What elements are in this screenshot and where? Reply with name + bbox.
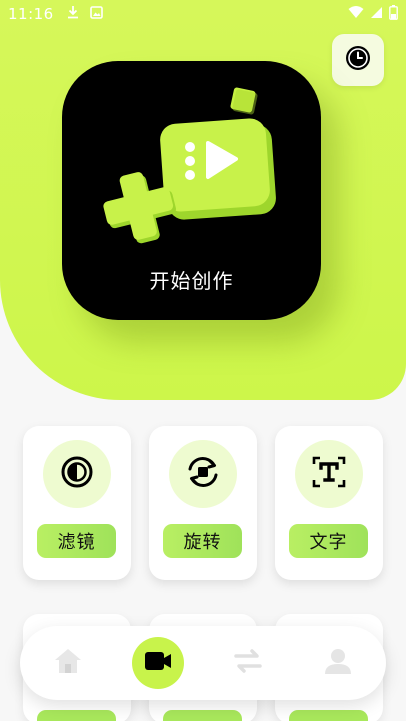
nav-convert[interactable] — [222, 637, 274, 689]
tool-label-rotate: 旋转 — [163, 524, 242, 558]
tool-label-text: 文字 — [289, 524, 368, 558]
start-create-card[interactable]: 开始创作 — [62, 61, 321, 320]
text-icon-circle — [295, 440, 363, 508]
history-button[interactable] — [332, 34, 384, 86]
text-icon — [311, 455, 347, 493]
profile-icon — [323, 647, 353, 679]
wifi-icon — [348, 5, 364, 23]
bottom-nav — [20, 626, 386, 700]
video-camera-icon — [144, 650, 172, 676]
status-bar: 11:16 — [0, 0, 406, 28]
video-create-icon — [100, 85, 280, 259]
home-icon — [53, 647, 83, 679]
tool-pill-peek-1 — [37, 710, 116, 721]
nav-home[interactable] — [42, 637, 94, 689]
image-icon — [89, 5, 103, 23]
clock-icon — [344, 44, 372, 76]
tool-card-filter[interactable]: 滤镜 — [23, 426, 131, 580]
swap-icon — [233, 648, 263, 678]
tool-pill-peek-3 — [289, 710, 368, 721]
tool-pill-peek-2 — [163, 710, 242, 721]
nav-profile[interactable] — [312, 637, 364, 689]
rotate-icon-circle — [169, 440, 237, 508]
status-time: 11:16 — [8, 5, 54, 23]
battery-icon — [389, 4, 398, 24]
nav-video[interactable] — [132, 637, 184, 689]
tool-label-filter: 滤镜 — [37, 524, 116, 558]
start-create-label: 开始创作 — [149, 269, 234, 293]
tool-card-rotate[interactable]: 旋转 — [149, 426, 257, 580]
filter-icon-circle — [43, 440, 111, 508]
signal-icon — [370, 5, 383, 23]
tool-card-text[interactable]: 文字 — [275, 426, 383, 580]
rotate-icon — [185, 455, 221, 493]
filter-icon — [60, 455, 94, 493]
download-icon — [66, 5, 80, 23]
